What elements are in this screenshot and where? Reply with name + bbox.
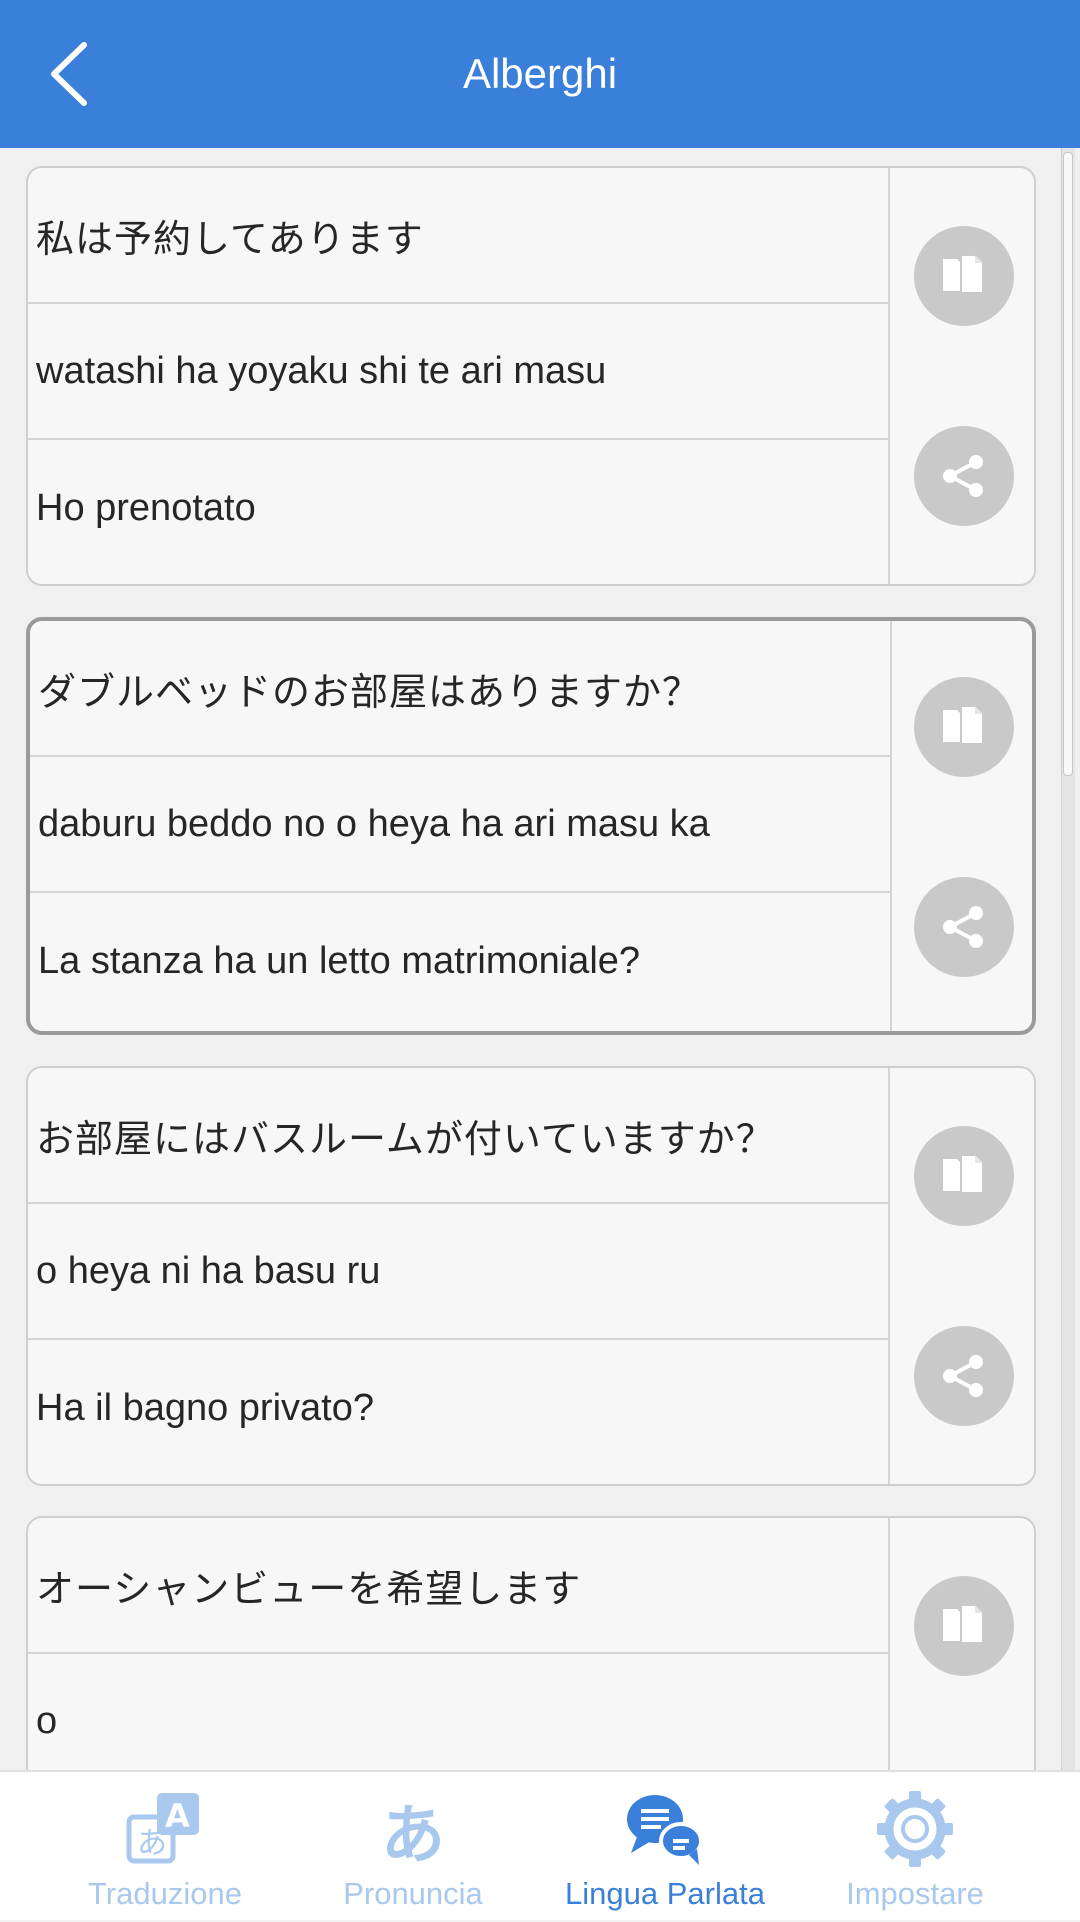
phrase-card[interactable]: ダブルベッドのお部屋はありますか？ daburu beddo no o heya… (26, 617, 1036, 1035)
hiragana-a-icon: あ (368, 1786, 458, 1872)
romaji-text: watashi ha yoyaku shi te ari masu (28, 304, 888, 440)
app-header: Alberghi (0, 0, 1080, 148)
romaji-text: o (28, 1654, 888, 1770)
share-icon (943, 906, 983, 948)
italian-text: Ha il bagno privato? (36, 1386, 374, 1429)
italian-text: La stanza ha un letto matrimoniale? (38, 939, 641, 982)
tab-label: Lingua Parlata (565, 1876, 765, 1911)
chevron-left-icon (51, 42, 87, 106)
copy-button[interactable] (914, 1576, 1014, 1676)
copy-icon (943, 1154, 984, 1194)
romaji-text: o heya ni ha basu ru (28, 1204, 888, 1340)
share-icon (943, 455, 983, 497)
phrase-lines: 私は予約してあります watashi ha yoyaku shi te ari … (28, 168, 890, 584)
japanese-text: お部屋にはバスルームが付いていますか？ (28, 1068, 888, 1204)
back-button[interactable] (30, 36, 106, 112)
tab-impostare[interactable]: Impostare (780, 1772, 1050, 1922)
tab-label: Impostare (846, 1876, 984, 1911)
gear-icon (870, 1786, 960, 1872)
tab-pronuncia[interactable]: あ Pronuncia (278, 1772, 548, 1922)
share-button[interactable] (914, 877, 1014, 977)
copy-button[interactable] (914, 226, 1014, 326)
japanese-text: 私は予約してあります (28, 168, 888, 304)
copy-icon (943, 1604, 984, 1644)
tab-label: Pronuncia (343, 1876, 483, 1911)
japanese-text: ダブルベッドのお部屋はありますか？ (30, 621, 890, 757)
share-button[interactable] (914, 426, 1014, 526)
page-title: Alberghi (462, 50, 618, 97)
italian-text: Ho prenotato (36, 486, 256, 529)
phrase-lines: ダブルベッドのお部屋はありますか？ daburu beddo no o heya… (30, 621, 892, 1031)
bottom-tab-bar: あ A Traduzione あ Pronuncia Lingua Parlat… (0, 1770, 1080, 1920)
tab-label: Traduzione (88, 1876, 242, 1911)
chat-bubbles-icon (620, 1786, 710, 1872)
phrase-list[interactable]: 私は予約してあります watashi ha yoyaku shi te ari … (0, 148, 1080, 1770)
phrase-lines: お部屋にはバスルームが付いていますか？ o heya ni ha basu ru… (28, 1068, 890, 1484)
copy-icon (943, 254, 984, 294)
copy-button[interactable] (914, 1126, 1014, 1226)
share-icon (943, 1355, 983, 1397)
phrase-card[interactable]: お部屋にはバスルームが付いていますか？ o heya ni ha basu ru… (26, 1066, 1036, 1486)
copy-button[interactable] (914, 677, 1014, 777)
copy-icon (943, 705, 984, 745)
phrase-card[interactable]: オーシャンビューを希望します o (26, 1516, 1036, 1770)
tab-lingua-parlata[interactable]: Lingua Parlata (530, 1772, 800, 1922)
share-button[interactable] (914, 1326, 1014, 1426)
japanese-text: オーシャンビューを希望します (28, 1518, 888, 1654)
svg-text:A: A (165, 1797, 190, 1835)
svg-text:あ: あ (381, 1799, 445, 1871)
translate-icon: あ A (120, 1786, 210, 1872)
tab-traduzione[interactable]: あ A Traduzione (30, 1772, 300, 1922)
phrase-lines: オーシャンビューを希望します o (28, 1518, 890, 1770)
phrase-card[interactable]: 私は予約してあります watashi ha yoyaku shi te ari … (26, 166, 1036, 586)
romaji-text: daburu beddo no o heya ha ari masu ka (30, 757, 890, 893)
scrollbar-thumb[interactable] (1063, 152, 1073, 776)
